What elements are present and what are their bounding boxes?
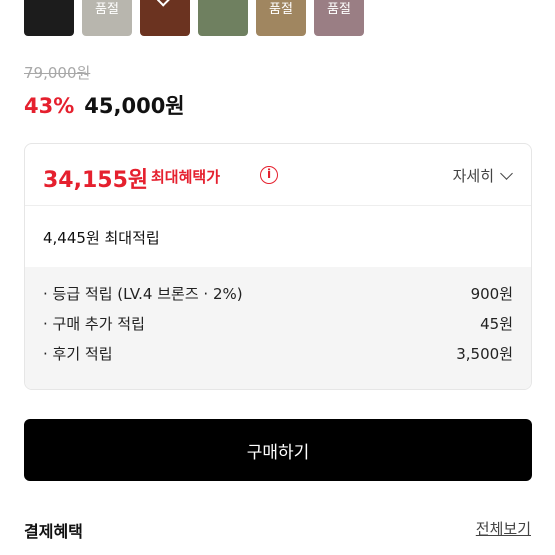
max-benefit-label: 최대혜택가	[151, 168, 221, 186]
max-benefit-price: 34,155원	[43, 168, 149, 193]
points-item: · 구매 추가 적립 45원	[43, 313, 513, 343]
points-item-label: · 구매 추가 적립	[43, 315, 145, 333]
points-item-value: 45원	[480, 315, 513, 333]
max-points-total: 4,445원 최대적립	[43, 229, 160, 247]
original-price: 79,000원	[24, 64, 91, 82]
points-breakdown: · 등급 적립 (LV.4 브론즈 · 2%) 900원 · 구매 추가 적립 …	[25, 267, 531, 389]
sold-out-label: 품절	[95, 2, 119, 17]
max-benefit-panel: 34,155원 최대혜택가 i 자세히 4,445원 최대적립 · 등급 적립 …	[24, 143, 532, 390]
price-row: 43% 45,000원	[24, 90, 185, 120]
color-option-brown[interactable]	[140, 0, 190, 36]
info-icon[interactable]: i	[260, 166, 278, 184]
detail-toggle-button[interactable]: 자세히	[452, 165, 513, 186]
color-option-tan[interactable]: 품절	[256, 0, 306, 36]
sold-out-label: 품절	[327, 2, 351, 17]
buy-button[interactable]: 구매하기	[24, 419, 532, 481]
color-option-list: 품절 품절 품절	[24, 0, 364, 36]
detail-toggle-label: 자세히	[452, 167, 494, 185]
points-item-value: 3,500원	[456, 345, 513, 363]
color-option-black[interactable]	[24, 0, 74, 36]
sold-out-label: 품절	[269, 2, 293, 17]
sale-price: 45,000원	[84, 94, 185, 118]
points-item-label: · 후기 적립	[43, 345, 113, 363]
discount-rate: 43%	[24, 94, 75, 118]
view-all-link[interactable]: 전체보기	[476, 518, 531, 539]
color-option-grey[interactable]: 품절	[82, 0, 132, 36]
color-option-mauve[interactable]: 품절	[314, 0, 364, 36]
points-item-label: · 등급 적립 (LV.4 브론즈 · 2%)	[43, 285, 243, 303]
points-item: · 후기 적립 3,500원	[43, 343, 513, 373]
chevron-down-icon	[500, 166, 513, 180]
points-item-value: 900원	[470, 285, 513, 303]
payment-benefits-title: 결제혜택	[24, 522, 83, 541]
check-icon	[156, 0, 174, 7]
max-benefit-header: 34,155원 최대혜택가 i 자세히	[25, 144, 531, 206]
points-item: · 등급 적립 (LV.4 브론즈 · 2%) 900원	[43, 283, 513, 313]
color-option-olive[interactable]	[198, 0, 248, 36]
